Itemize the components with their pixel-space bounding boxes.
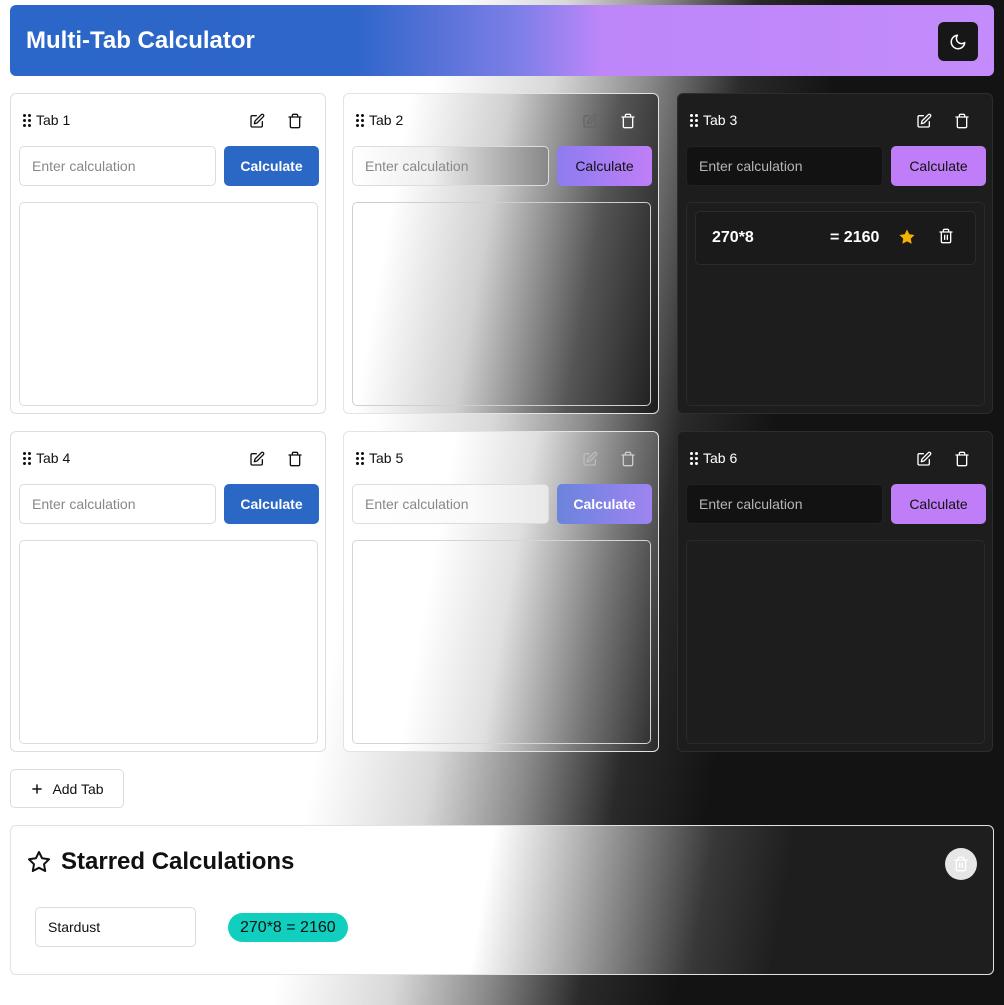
tab-card-6: Tab 6 Enter calculation Calculate xyxy=(677,431,993,752)
edit-tab-button[interactable] xyxy=(912,109,936,133)
tab-card-3: Tab 3 Enter calculation Calculate 270*8 … xyxy=(677,93,993,414)
calculate-button[interactable]: Calculate xyxy=(557,146,652,186)
trash-icon xyxy=(288,113,302,129)
history-panel xyxy=(352,540,651,744)
tab-header[interactable]: Tab 6 xyxy=(690,450,737,466)
edit-tab-button[interactable] xyxy=(578,109,602,133)
delete-tab-button[interactable] xyxy=(616,447,640,471)
calculation-input[interactable]: Enter calculation xyxy=(352,484,549,524)
edit-tab-button[interactable] xyxy=(578,447,602,471)
edit-tab-button[interactable] xyxy=(245,447,269,471)
edit-icon xyxy=(917,113,932,128)
clear-starred-button[interactable] xyxy=(945,848,977,880)
drag-handle-icon[interactable] xyxy=(356,451,364,465)
star-outline-icon xyxy=(28,851,50,872)
starred-item[interactable]: 270*8 = 2160 xyxy=(228,913,348,942)
edit-icon xyxy=(917,451,932,466)
tab-card-1: Tab 1 Enter calculation Calculate xyxy=(10,93,326,414)
calculate-button[interactable]: Calculate xyxy=(891,484,986,524)
trash-icon xyxy=(955,113,969,129)
drag-handle-icon[interactable] xyxy=(23,113,31,127)
trash-icon xyxy=(954,856,968,872)
calculate-button[interactable]: Calculate xyxy=(224,484,319,524)
tab-card-5: Tab 5 Enter calculation Calculate xyxy=(343,431,659,752)
plus-icon xyxy=(32,783,43,794)
trash-icon xyxy=(621,451,635,467)
tab-header[interactable]: Tab 3 xyxy=(690,112,737,128)
tab-label: Tab 5 xyxy=(369,450,404,466)
calculation-input[interactable]: Enter calculation xyxy=(352,146,549,186)
history-panel xyxy=(19,540,318,744)
calculation-input[interactable]: Enter calculation xyxy=(686,484,883,524)
drag-handle-icon[interactable] xyxy=(690,451,698,465)
edit-icon xyxy=(250,451,265,466)
calculation-input[interactable]: Enter calculation xyxy=(19,484,216,524)
tab-header[interactable]: Tab 5 xyxy=(356,450,403,466)
star-filled-icon xyxy=(899,229,915,244)
tab-label: Tab 2 xyxy=(369,112,404,128)
tab-card-4: Tab 4 Enter calculation Calculate xyxy=(10,431,326,752)
history-item: 270*8 = 2160 xyxy=(695,211,976,265)
tab-header[interactable]: Tab 1 xyxy=(23,112,70,128)
drag-handle-icon[interactable] xyxy=(356,113,364,127)
history-result: = 2160 xyxy=(830,229,880,246)
trash-icon xyxy=(288,451,302,467)
history-panel xyxy=(352,202,651,406)
trash-icon xyxy=(621,113,635,129)
edit-icon xyxy=(583,113,598,128)
trash-icon xyxy=(939,228,953,244)
history-panel: 270*8 = 2160 xyxy=(686,202,985,406)
tab-label: Tab 3 xyxy=(703,112,738,128)
delete-tab-button[interactable] xyxy=(950,447,974,471)
edit-tab-button[interactable] xyxy=(245,109,269,133)
delete-tab-button[interactable] xyxy=(283,447,307,471)
tab-header[interactable]: Tab 4 xyxy=(23,450,70,466)
calculation-input[interactable]: Enter calculation xyxy=(19,146,216,186)
add-tab-label: Add Tab xyxy=(52,780,104,797)
tab-label: Tab 6 xyxy=(703,450,738,466)
calculate-button[interactable]: Calculate xyxy=(891,146,986,186)
starred-panel: Starred Calculations Stardust 270*8 = 21… xyxy=(10,825,994,975)
delete-tab-button[interactable] xyxy=(616,109,640,133)
calculation-input[interactable]: Enter calculation xyxy=(686,146,883,186)
history-expression: 270*8 xyxy=(712,229,754,246)
history-panel xyxy=(19,202,318,406)
starred-title-text: Starred Calculations xyxy=(61,848,295,875)
starred-name-input[interactable]: Stardust xyxy=(35,907,196,947)
delete-tab-button[interactable] xyxy=(283,109,307,133)
delete-history-button[interactable] xyxy=(938,228,954,249)
trash-icon xyxy=(955,451,969,467)
app-header: Multi-Tab Calculator xyxy=(10,5,994,76)
edit-tab-button[interactable] xyxy=(912,447,936,471)
drag-handle-icon[interactable] xyxy=(23,451,31,465)
delete-tab-button[interactable] xyxy=(950,109,974,133)
edit-icon xyxy=(250,113,265,128)
history-panel xyxy=(686,540,985,744)
moon-icon xyxy=(950,34,966,49)
calculate-button[interactable]: Calculate xyxy=(224,146,319,186)
app-title: Multi-Tab Calculator xyxy=(26,27,255,54)
add-tab-button[interactable]: Add Tab xyxy=(10,769,124,808)
tab-label: Tab 4 xyxy=(36,450,71,466)
edit-icon xyxy=(583,451,598,466)
starred-title: Starred Calculations xyxy=(27,848,294,876)
tab-header[interactable]: Tab 2 xyxy=(356,112,403,128)
drag-handle-icon[interactable] xyxy=(690,113,698,127)
tab-label: Tab 1 xyxy=(36,112,71,128)
star-button[interactable] xyxy=(898,228,916,251)
calculate-button[interactable]: Calculate xyxy=(557,484,652,524)
theme-toggle-button[interactable] xyxy=(938,22,978,61)
tab-card-2: Tab 2 Enter calculation Calculate xyxy=(343,93,659,414)
